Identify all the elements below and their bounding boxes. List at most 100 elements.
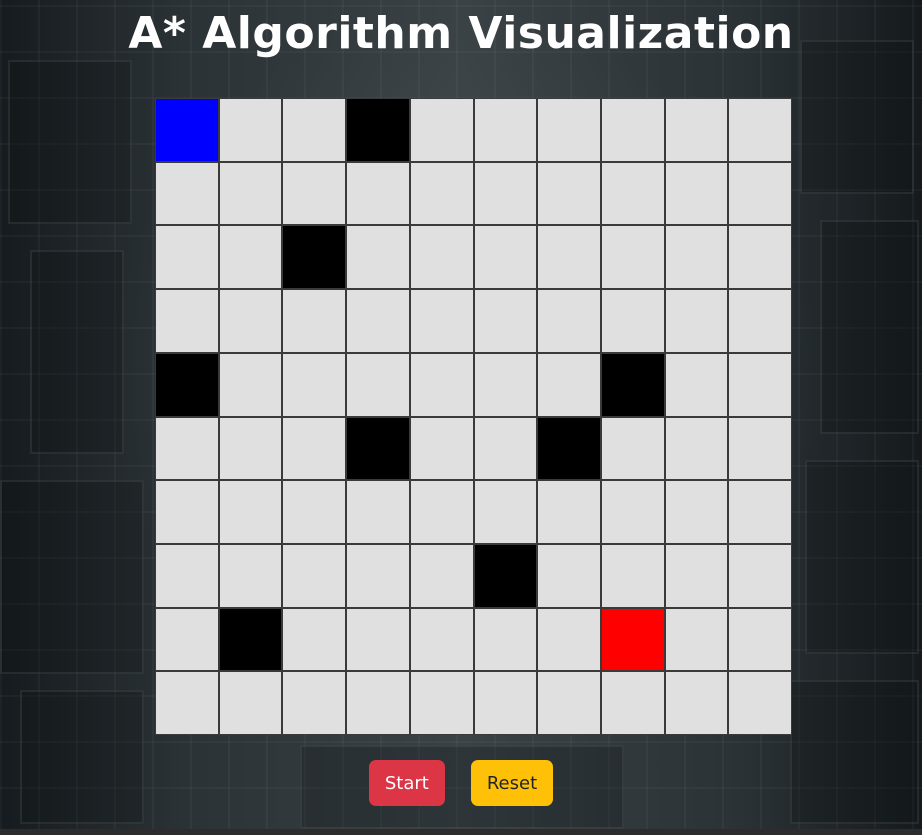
grid-cell[interactable] — [410, 162, 473, 225]
grid-cell-start[interactable] — [156, 99, 218, 161]
grid-cell[interactable] — [410, 672, 473, 734]
grid-cell[interactable] — [347, 672, 409, 734]
grid-cell[interactable] — [410, 544, 473, 607]
grid-cell[interactable] — [729, 672, 791, 734]
grid-cell-wall[interactable] — [601, 353, 664, 416]
grid-cell[interactable] — [729, 99, 791, 161]
grid-cell[interactable] — [283, 481, 346, 543]
grid-cell[interactable] — [347, 481, 409, 543]
grid-cell[interactable] — [665, 608, 728, 671]
grid-cell[interactable] — [283, 353, 346, 416]
grid-cell[interactable] — [283, 672, 346, 734]
grid-cell[interactable] — [665, 353, 728, 416]
grid-cell[interactable] — [729, 608, 791, 671]
grid-cell[interactable] — [283, 544, 346, 607]
grid-cell[interactable] — [347, 290, 409, 352]
grid-cell[interactable] — [729, 226, 791, 289]
grid-cell[interactable] — [538, 672, 600, 734]
grid-cell[interactable] — [538, 481, 600, 543]
grid-cell-wall[interactable] — [347, 417, 409, 480]
grid-cell[interactable] — [156, 544, 218, 607]
grid-cell[interactable] — [219, 481, 282, 543]
grid-cell[interactable] — [410, 608, 473, 671]
grid-cell[interactable] — [219, 290, 282, 352]
grid-cell[interactable] — [601, 99, 664, 161]
grid-cell[interactable] — [474, 481, 537, 543]
grid-cell[interactable] — [347, 226, 409, 289]
grid-cell[interactable] — [410, 99, 473, 161]
grid-cell[interactable] — [538, 99, 600, 161]
grid-cell[interactable] — [729, 353, 791, 416]
grid-cell[interactable] — [474, 353, 537, 416]
grid-cell[interactable] — [729, 481, 791, 543]
grid-cell[interactable] — [410, 353, 473, 416]
grid-cell[interactable] — [347, 353, 409, 416]
grid-cell[interactable] — [347, 544, 409, 607]
grid-cell[interactable] — [474, 608, 537, 671]
start-button[interactable]: Start — [368, 760, 445, 806]
grid-cell[interactable] — [283, 290, 346, 352]
grid-cell[interactable] — [219, 226, 282, 289]
grid-cell[interactable] — [410, 290, 473, 352]
grid-cell[interactable] — [347, 162, 409, 225]
grid-cell[interactable] — [665, 417, 728, 480]
grid-cell[interactable] — [410, 226, 473, 289]
grid-cell[interactable] — [729, 417, 791, 480]
reset-button[interactable]: Reset — [470, 760, 554, 806]
grid-cell[interactable] — [347, 608, 409, 671]
grid-cell[interactable] — [474, 417, 537, 480]
grid-cell[interactable] — [283, 608, 346, 671]
grid-cell[interactable] — [156, 290, 218, 352]
grid-cell[interactable] — [665, 481, 728, 543]
grid-cell[interactable] — [283, 417, 346, 480]
grid-cell[interactable] — [219, 162, 282, 225]
grid-cell[interactable] — [156, 162, 218, 225]
grid-cell[interactable] — [538, 608, 600, 671]
grid-cell[interactable] — [219, 99, 282, 161]
grid-cell[interactable] — [665, 290, 728, 352]
grid-cell[interactable] — [474, 226, 537, 289]
grid-cell[interactable] — [474, 290, 537, 352]
grid-cell[interactable] — [219, 417, 282, 480]
grid-cell[interactable] — [474, 162, 537, 225]
grid-cell[interactable] — [219, 672, 282, 734]
grid-cell-wall[interactable] — [156, 353, 218, 416]
grid-cell-wall[interactable] — [474, 544, 537, 607]
grid-cell[interactable] — [283, 162, 346, 225]
grid-cell[interactable] — [729, 162, 791, 225]
grid-cell[interactable] — [729, 290, 791, 352]
grid-cell-end[interactable] — [601, 608, 664, 671]
grid-cell[interactable] — [474, 99, 537, 161]
grid-cell[interactable] — [665, 672, 728, 734]
grid-cell[interactable] — [283, 99, 346, 161]
grid-cell[interactable] — [729, 544, 791, 607]
grid-cell[interactable] — [538, 162, 600, 225]
grid-cell[interactable] — [219, 544, 282, 607]
grid-cell[interactable] — [538, 290, 600, 352]
grid-cell[interactable] — [601, 544, 664, 607]
grid-cell-wall[interactable] — [283, 226, 346, 289]
grid-cell[interactable] — [601, 672, 664, 734]
grid-cell-wall[interactable] — [538, 417, 600, 480]
grid-cell[interactable] — [474, 672, 537, 734]
grid-cell[interactable] — [219, 353, 282, 416]
grid-cell[interactable] — [538, 544, 600, 607]
grid-cell-wall[interactable] — [347, 99, 409, 161]
grid-cell[interactable] — [156, 226, 218, 289]
grid-cell[interactable] — [156, 417, 218, 480]
grid-cell[interactable] — [665, 162, 728, 225]
grid-cell[interactable] — [156, 672, 218, 734]
grid-cell[interactable] — [538, 226, 600, 289]
grid-cell[interactable] — [665, 544, 728, 607]
grid-cell[interactable] — [601, 481, 664, 543]
grid-cell[interactable] — [601, 226, 664, 289]
grid-cell[interactable] — [665, 99, 728, 161]
grid-cell[interactable] — [601, 417, 664, 480]
grid-cell[interactable] — [538, 353, 600, 416]
grid-cell[interactable] — [601, 162, 664, 225]
grid-cell[interactable] — [601, 290, 664, 352]
grid-cell[interactable] — [665, 226, 728, 289]
grid-cell[interactable] — [156, 481, 218, 543]
grid-cell[interactable] — [410, 481, 473, 543]
grid-cell-wall[interactable] — [219, 608, 282, 671]
